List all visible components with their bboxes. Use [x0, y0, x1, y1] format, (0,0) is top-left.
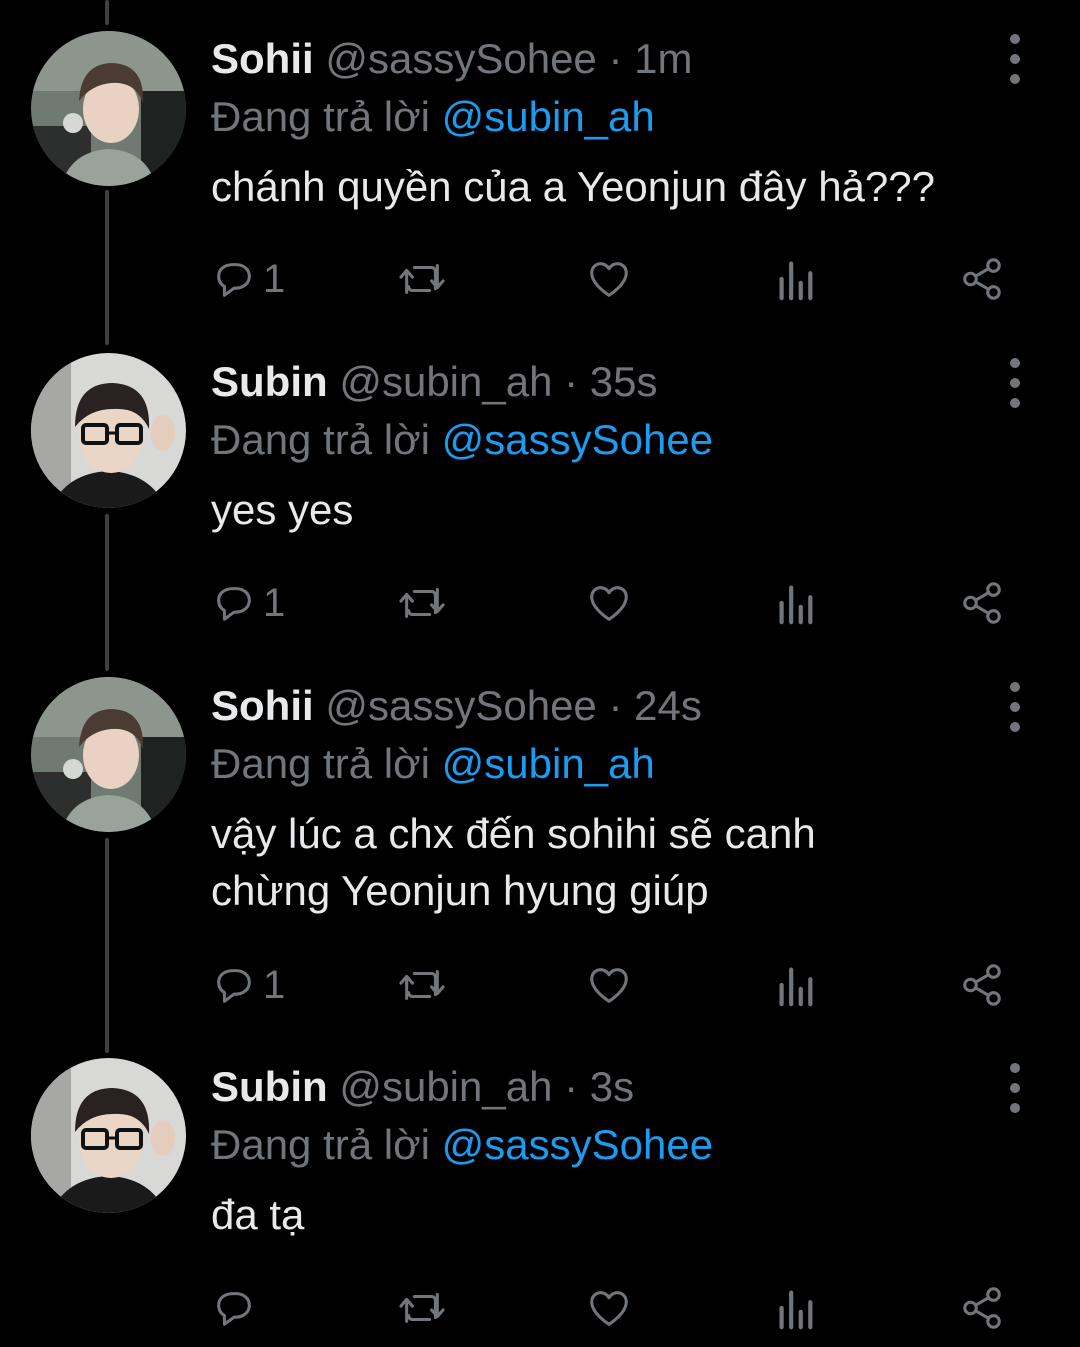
separator-dot: · [564, 358, 579, 405]
reply-icon [217, 969, 251, 1003]
tweet-actions: 1 [211, 960, 1011, 1010]
share-icon [963, 964, 1001, 1006]
tweet-text: đa tạ [211, 1191, 305, 1238]
more-options-icon[interactable] [1000, 358, 1030, 408]
share-button[interactable] [959, 254, 1005, 304]
mention-link[interactable]: @sassySohee [442, 1121, 713, 1168]
display-name[interactable]: Subin [211, 1063, 328, 1110]
reply-count: 1 [263, 257, 286, 301]
separator-dot: · [608, 35, 623, 82]
analytics-icon [779, 261, 813, 301]
replying-to-label: Đang trả lời [211, 1121, 430, 1168]
tweet-actions: 1 [211, 578, 1011, 628]
separator-dot: · [608, 682, 623, 729]
heart-icon [590, 968, 628, 1003]
avatar[interactable] [31, 677, 186, 832]
timestamp[interactable]: 35s [590, 358, 658, 405]
separator-dot: · [564, 1063, 579, 1110]
tweet-text: yes yes [211, 486, 354, 533]
views-button[interactable] [775, 960, 815, 1010]
retweet-icon [399, 588, 445, 618]
retweet-icon [399, 1293, 445, 1323]
views-button[interactable] [775, 578, 815, 628]
analytics-icon [779, 1290, 813, 1330]
avatar[interactable] [31, 353, 186, 508]
tweet-actions [211, 1283, 1011, 1333]
reply-icon [217, 263, 251, 297]
timestamp[interactable]: 24s [634, 682, 702, 729]
like-button[interactable] [585, 578, 633, 628]
heart-icon [590, 1291, 628, 1326]
more-options-icon[interactable] [1000, 682, 1030, 732]
heart-icon [590, 262, 628, 297]
share-icon [963, 582, 1001, 624]
replying-to-label: Đang trả lời [211, 93, 430, 140]
display-name[interactable]: Sohii [211, 35, 314, 82]
thread-connector [105, 514, 109, 671]
tweet-header: Subin @subin_ah · 3s [211, 1058, 1040, 1116]
replying-to: Đang trả lời @sassySohee [211, 1116, 1040, 1174]
reply-button[interactable]: 1 [211, 578, 285, 628]
thread-connector [105, 190, 109, 345]
reply-count: 1 [263, 581, 286, 625]
share-icon [963, 1287, 1001, 1329]
heart-icon [590, 586, 628, 621]
reply-thread: Sohii @sassySohee · 1m Đang trả lời @sub… [0, 0, 1080, 1347]
views-button[interactable] [775, 1283, 815, 1333]
reply-button[interactable] [211, 1283, 263, 1333]
timestamp[interactable]: 1m [634, 35, 692, 82]
replying-to-label: Đang trả lời [211, 416, 430, 463]
more-options-icon[interactable] [1000, 34, 1030, 84]
reply-icon [217, 1292, 251, 1326]
retweet-button[interactable] [396, 1283, 448, 1333]
share-icon [963, 258, 1001, 300]
share-button[interactable] [959, 578, 1005, 628]
mention-link[interactable]: @sassySohee [442, 416, 713, 463]
share-button[interactable] [959, 1283, 1005, 1333]
replying-to: Đang trả lời @sassySohee [211, 411, 1040, 469]
reply-icon [217, 587, 251, 621]
display-name[interactable]: Subin [211, 358, 328, 405]
avatar[interactable] [31, 1058, 186, 1213]
avatar[interactable] [31, 31, 186, 186]
user-handle[interactable]: @subin_ah [339, 1063, 552, 1110]
share-button[interactable] [959, 960, 1005, 1010]
display-name[interactable]: Sohii [211, 682, 314, 729]
more-options-icon[interactable] [1000, 1063, 1030, 1113]
mention-link[interactable]: @subin_ah [442, 93, 655, 140]
timestamp[interactable]: 3s [590, 1063, 634, 1110]
mention-link[interactable]: @subin_ah [442, 740, 655, 787]
analytics-icon [779, 585, 813, 625]
views-button[interactable] [775, 254, 815, 304]
analytics-icon [779, 967, 813, 1007]
user-handle[interactable]: @subin_ah [339, 358, 552, 405]
replying-to-label: Đang trả lời [211, 740, 430, 787]
reply-count: 1 [263, 963, 286, 1007]
replying-to: Đang trả lời @subin_ah [211, 88, 1040, 146]
like-button[interactable] [585, 254, 633, 304]
tweet-text: vậy lúc a chx đến sohihi sẽ canh chừng Y… [211, 810, 816, 914]
reply-button[interactable]: 1 [211, 960, 285, 1010]
retweet-icon [399, 264, 445, 294]
thread-connector [105, 838, 109, 1053]
retweet-button[interactable] [396, 254, 448, 304]
tweet-text: chánh quyền của a Yeonjun đây hả??? [211, 163, 935, 210]
user-handle[interactable]: @sassySohee [325, 682, 596, 729]
retweet-button[interactable] [396, 578, 448, 628]
retweet-button[interactable] [396, 960, 448, 1010]
tweet-actions: 1 [211, 254, 1011, 304]
tweet-header: Sohii @sassySohee · 1m [211, 30, 1040, 88]
like-button[interactable] [585, 1283, 633, 1333]
replying-to: Đang trả lời @subin_ah [211, 735, 1040, 793]
retweet-icon [399, 970, 445, 1000]
tweet-header: Subin @subin_ah · 35s [211, 353, 1040, 411]
tweet-header: Sohii @sassySohee · 24s [211, 677, 1040, 735]
user-handle[interactable]: @sassySohee [325, 35, 596, 82]
thread-connector [105, 0, 109, 25]
reply-button[interactable]: 1 [211, 254, 285, 304]
like-button[interactable] [585, 960, 633, 1010]
